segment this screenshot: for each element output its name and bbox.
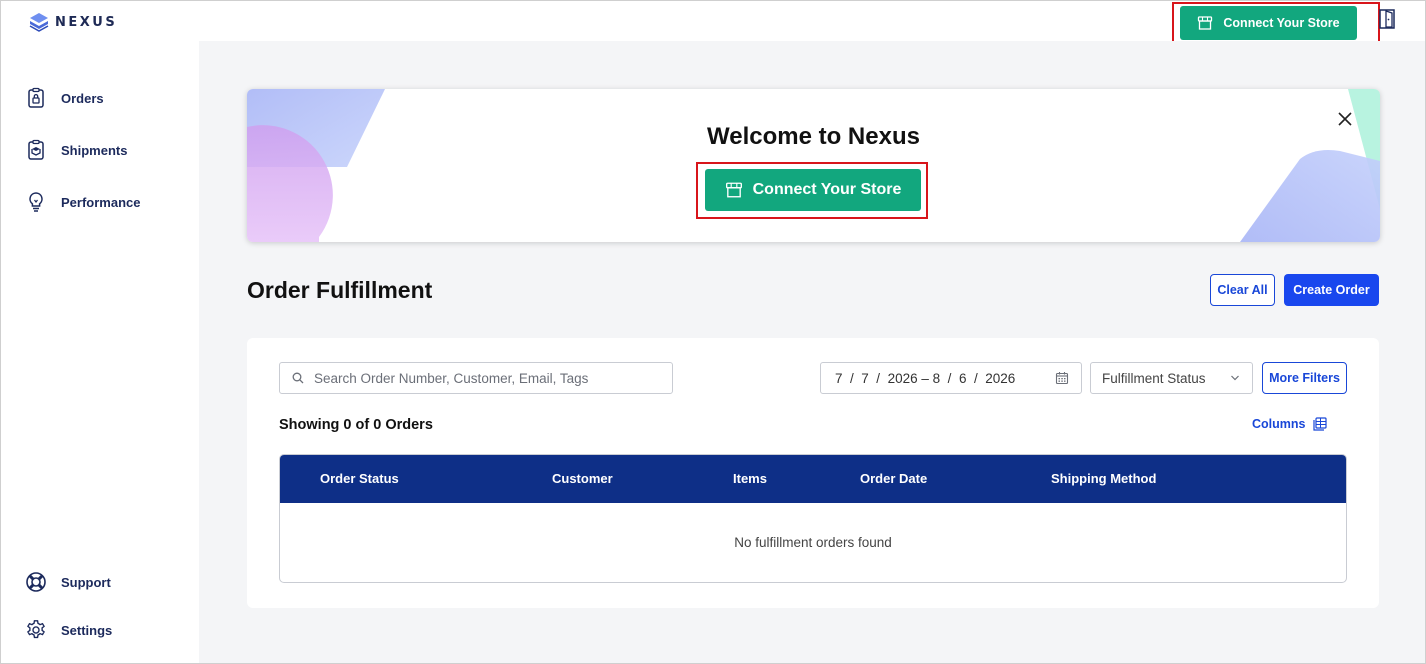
fulfillment-status-value: Fulfillment Status <box>1102 370 1206 386</box>
date-slash: / <box>842 370 862 386</box>
sidebar-item-support[interactable]: Support <box>25 571 111 593</box>
page-title: Order Fulfillment <box>247 277 433 303</box>
nexus-logo-icon <box>29 13 49 32</box>
date-slash: / <box>940 370 959 386</box>
banner-connect-store-label: Connect Your Store <box>752 181 902 198</box>
banner-close-button[interactable] <box>1337 111 1353 132</box>
calendar-icon[interactable] <box>1055 371 1069 385</box>
clear-all-button[interactable]: Clear All <box>1210 274 1275 306</box>
orders-table: Order Status Customer Items Order Date S… <box>279 454 1347 583</box>
date-range-dash: – <box>921 370 929 386</box>
clipboard-lock-icon <box>25 87 47 109</box>
sidebar-item-label: Performance <box>61 194 141 210</box>
column-header-shipping-method[interactable]: Shipping Method <box>1051 471 1156 486</box>
sidebar-item-orders[interactable]: Orders <box>25 87 104 109</box>
banner-title: Welcome to Nexus <box>707 123 920 150</box>
lifebuoy-icon <box>25 571 47 593</box>
column-header-items[interactable]: Items <box>733 471 767 486</box>
column-header-order-date[interactable]: Order Date <box>860 471 927 486</box>
header-connect-store-button[interactable]: Connect Your Store <box>1180 6 1357 40</box>
top-bar: NEXUS Connect Your Store <box>1 1 1425 44</box>
sidebar-item-performance[interactable]: Performance <box>25 191 140 213</box>
sidebar-item-settings[interactable]: Settings <box>25 619 112 641</box>
connect-store-highlight: Connect Your Store <box>1172 2 1380 44</box>
close-icon <box>1338 112 1352 126</box>
date-start-year[interactable]: 2026 <box>888 371 918 386</box>
gear-icon <box>25 619 47 641</box>
column-header-order-status[interactable]: Order Status <box>320 471 399 486</box>
date-slash: / <box>868 370 888 386</box>
package-list-icon <box>25 139 47 161</box>
date-start-day[interactable]: 7 <box>861 371 869 386</box>
date-range-picker[interactable]: 7 / 7 / 2026 – 8 / 6 / 2026 <box>820 362 1082 394</box>
sidebar-item-label: Orders <box>61 90 104 106</box>
orders-card: 7 / 7 / 2026 – 8 / 6 / 2026 Fulfillme <box>247 338 1379 608</box>
table-header: Order Status Customer Items Order Date S… <box>280 455 1346 503</box>
date-end-month[interactable]: 8 <box>933 371 941 386</box>
date-start-month[interactable]: 7 <box>835 371 843 386</box>
storefront-icon <box>725 182 742 198</box>
columns-button[interactable]: Columns <box>1252 417 1328 431</box>
sidebar-item-shipments[interactable]: Shipments <box>25 139 127 161</box>
columns-label: Columns <box>1252 417 1306 431</box>
lightbulb-icon <box>25 191 47 213</box>
sidebar: Orders Shipments Performance Support Set… <box>1 41 199 663</box>
date-end-year[interactable]: 2026 <box>985 371 1015 386</box>
sidebar-item-label: Shipments <box>61 142 128 158</box>
more-filters-button[interactable]: More Filters <box>1262 362 1347 394</box>
create-order-button[interactable]: Create Order <box>1284 274 1379 306</box>
banner-connect-highlight: Connect Your Store <box>696 162 928 219</box>
welcome-banner: Welcome to Nexus Connect Your Store <box>247 89 1380 242</box>
brand-name: NEXUS <box>55 14 118 30</box>
search-box[interactable] <box>279 362 673 394</box>
sidebar-item-label: Settings <box>61 622 113 638</box>
search-input[interactable] <box>314 370 654 386</box>
sidebar-item-label: Support <box>61 574 111 590</box>
date-end-day[interactable]: 6 <box>959 371 967 386</box>
date-slash: / <box>966 370 986 386</box>
search-icon <box>292 372 304 384</box>
chevron-down-icon <box>1231 375 1239 381</box>
showing-count: Showing 0 of 0 Orders <box>279 417 433 433</box>
banner-connect-store-button[interactable]: Connect Your Store <box>705 169 921 211</box>
door-exit-icon <box>1379 9 1395 29</box>
columns-table-icon <box>1313 417 1328 431</box>
banner-decoration-right <box>1240 89 1380 242</box>
fulfillment-status-select[interactable]: Fulfillment Status <box>1090 362 1253 394</box>
column-header-customer[interactable]: Customer <box>552 471 613 486</box>
main-content: Welcome to Nexus Connect Your Store Orde… <box>199 41 1425 663</box>
banner-decoration-left <box>247 89 385 242</box>
logo[interactable]: NEXUS <box>29 12 117 32</box>
storefront-icon <box>1198 16 1213 30</box>
header-connect-store-label: Connect Your Store <box>1223 16 1340 30</box>
logout-button[interactable] <box>1378 9 1396 34</box>
empty-state-message: No fulfillment orders found <box>734 535 892 550</box>
